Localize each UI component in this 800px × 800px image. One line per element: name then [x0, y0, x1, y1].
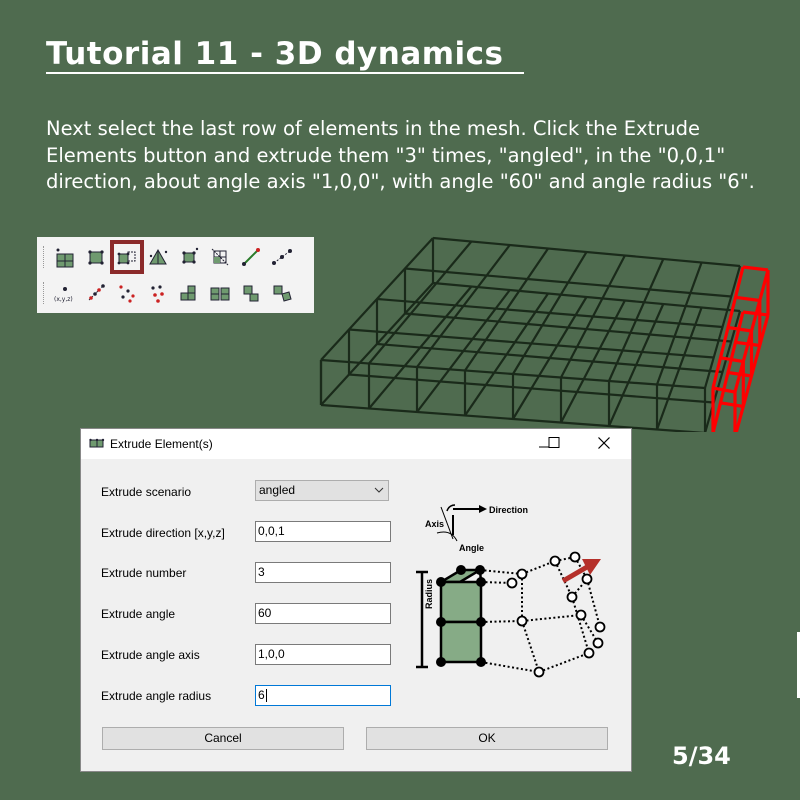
- element-icon[interactable]: [81, 242, 111, 272]
- selected-element-row: [711, 265, 770, 432]
- slide-title: Tutorial 11 - 3D dynamics: [46, 36, 524, 74]
- node-element-icon[interactable]: [174, 242, 204, 272]
- mesh-edge: [376, 297, 723, 329]
- toolbar-separator: [43, 282, 46, 304]
- stair-icon[interactable]: [236, 278, 266, 308]
- mesh-edge: [720, 401, 744, 409]
- mesh-edge: [432, 236, 741, 268]
- line-icon[interactable]: [236, 242, 266, 272]
- extrude-angle-field[interactable]: 60: [255, 603, 391, 624]
- rotate-block-icon[interactable]: [267, 278, 297, 308]
- radius-label: Radius: [424, 579, 434, 609]
- mesh-edge: [348, 328, 714, 359]
- point-coord-icon[interactable]: (x,y,z): [50, 278, 80, 308]
- extrude-scenario-value: angled: [259, 483, 296, 497]
- mesh-edge: [742, 265, 769, 272]
- cancel-button[interactable]: Cancel: [102, 727, 344, 750]
- red-nodes-icon[interactable]: [143, 278, 173, 308]
- dialog-titlebar: Extrude Element(s): [81, 429, 631, 459]
- instructions-text: Next select the last row of elements in …: [46, 117, 755, 193]
- nodes-line-icon[interactable]: [267, 242, 297, 272]
- extrude-number-field[interactable]: 3: [255, 562, 391, 583]
- extrude-angle-label: Extrude angle: [101, 607, 176, 621]
- toolbar-separator: [43, 246, 46, 268]
- extrude-diagram: Direction Axis Angle Radius: [416, 504, 606, 678]
- extrude-number-label: Extrude number: [101, 566, 187, 580]
- extrude-scenario-select[interactable]: angled: [255, 480, 389, 501]
- direction-arrow-head: [479, 505, 487, 513]
- element-toolbar: (x,y,z): [37, 237, 314, 313]
- quad-mesh-icon[interactable]: [50, 242, 80, 272]
- chevron-down-icon: [374, 481, 384, 507]
- extrude-angle-radius-value: 6: [258, 688, 265, 702]
- direction-label: Direction: [489, 505, 528, 515]
- close-icon[interactable]: [594, 433, 614, 453]
- angle-label: Angle: [459, 543, 484, 553]
- toolbar-row-2: (x,y,z): [43, 276, 298, 310]
- dialog-title: Extrude Element(s): [110, 437, 213, 451]
- scatter-nodes-icon[interactable]: [112, 278, 142, 308]
- extrude-angle-radius-field[interactable]: 6: [255, 685, 391, 706]
- extrude-app-icon: [89, 436, 105, 453]
- diagonal-nodes-icon[interactable]: [81, 278, 111, 308]
- text-caret: [265, 689, 267, 703]
- split-block-icon[interactable]: [205, 278, 235, 308]
- grid-icon[interactable]: [205, 242, 235, 272]
- element-lower: [439, 620, 483, 664]
- ok-button[interactable]: OK: [366, 727, 608, 750]
- block-icon[interactable]: [174, 278, 204, 308]
- extrude-dialog: Extrude Element(s) Extrude scenario angl…: [80, 428, 632, 772]
- mesh-edge: [735, 295, 761, 303]
- toolbar-row-1: [43, 240, 298, 274]
- extrude-elements-icon[interactable]: [110, 240, 144, 274]
- mesh-edge: [404, 267, 732, 298]
- triangle-icon[interactable]: [143, 242, 173, 272]
- extrude-direction-label: Extrude direction [x,y,z]: [101, 526, 225, 540]
- axis-label: Axis: [425, 519, 444, 529]
- page-number: 5/34: [672, 742, 731, 770]
- extrude-angle-axis-field[interactable]: 1,0,0: [255, 644, 391, 665]
- element-upper: [439, 580, 483, 624]
- point-coord-label: (x,y,z): [54, 296, 73, 303]
- extrude-angle-axis-label: Extrude angle axis: [101, 648, 200, 662]
- mesh-wireframe: [319, 236, 770, 432]
- maximize-icon[interactable]: [544, 433, 564, 453]
- extrude-scenario-label: Extrude scenario: [101, 485, 192, 499]
- extrude-direction-field[interactable]: 0,0,1: [255, 521, 391, 542]
- extrude-angle-radius-label: Extrude angle radius: [101, 689, 212, 703]
